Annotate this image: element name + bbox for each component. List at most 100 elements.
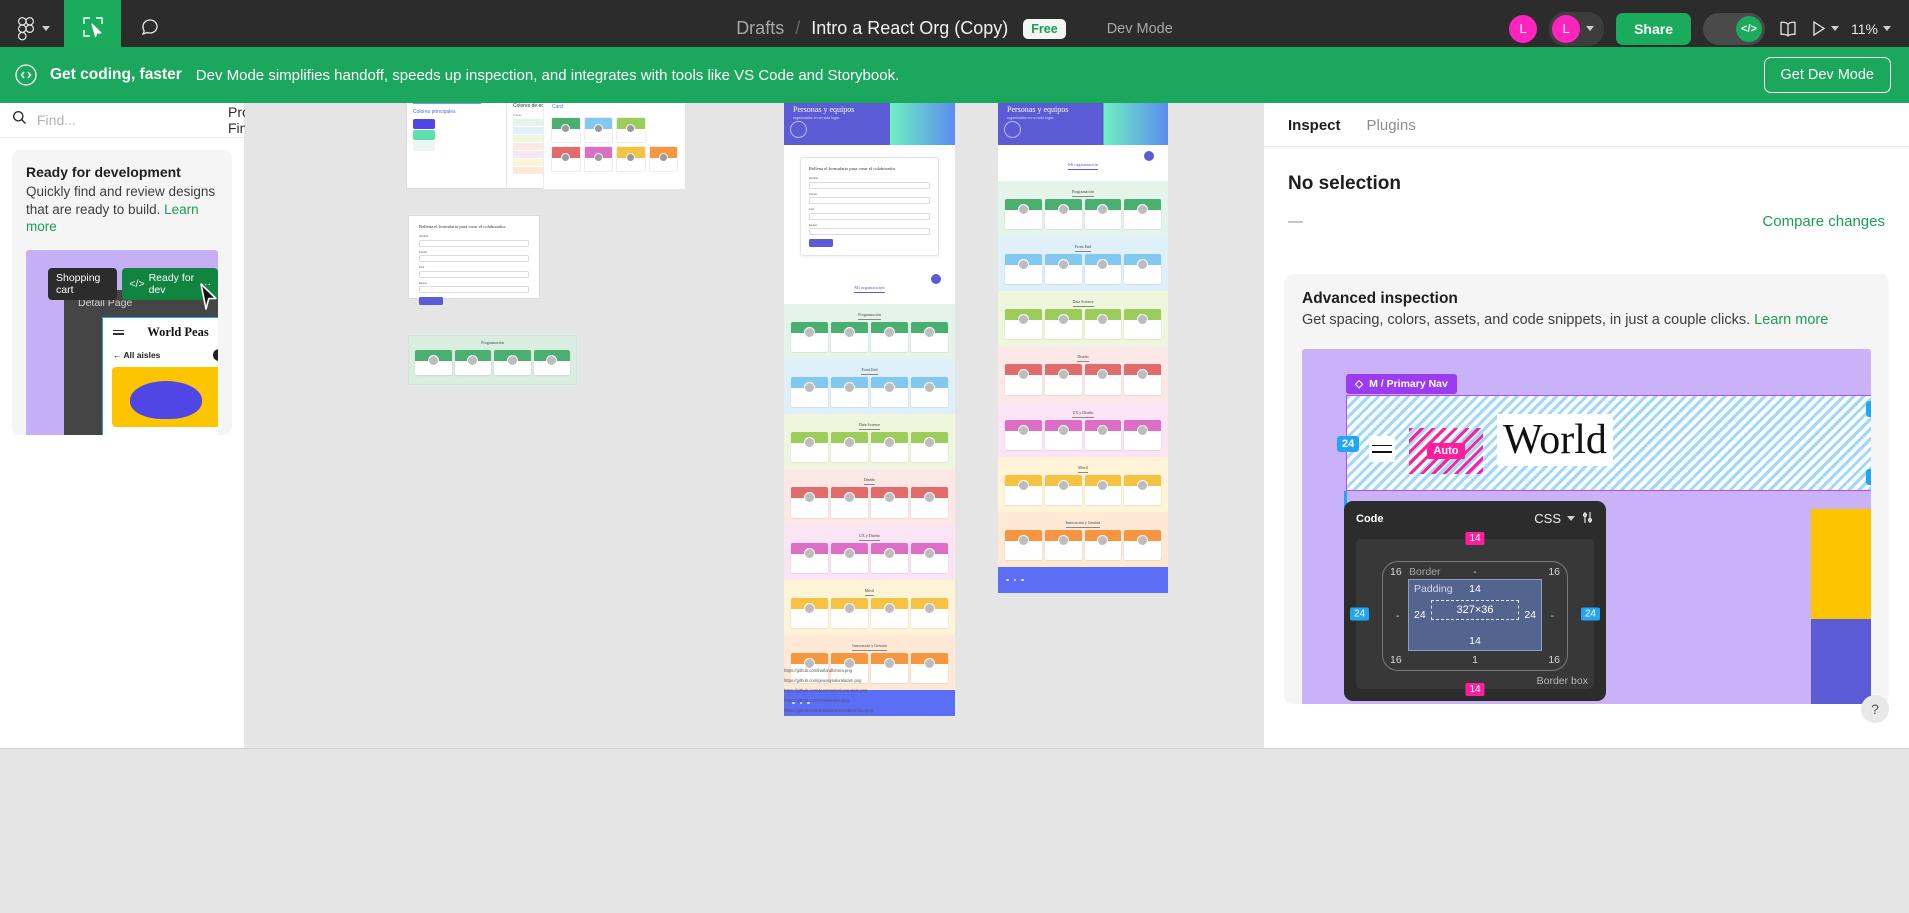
mini-card xyxy=(616,146,646,172)
border-bl: 16 xyxy=(1390,653,1402,666)
margin-top-chip: 14 xyxy=(1465,531,1485,545)
person-card xyxy=(1044,419,1082,450)
breadcrumb-drafts[interactable]: Drafts xyxy=(736,18,784,39)
decor-yellow-shape xyxy=(1811,508,1871,619)
person-card xyxy=(1084,254,1122,285)
mini-card xyxy=(583,146,613,172)
product-illustration xyxy=(130,380,202,419)
hero-subtitle: organizados en un solo lugar. xyxy=(1007,116,1054,120)
help-button[interactable]: ? xyxy=(1861,695,1889,723)
form-title: Rellena el formulario para crear el cola… xyxy=(419,224,507,229)
border-br: 16 xyxy=(1548,653,1560,666)
measure-left-chip: 24 xyxy=(1337,435,1360,452)
team-section: Programación xyxy=(784,304,955,360)
tab-inspect[interactable]: Inspect xyxy=(1288,117,1341,134)
avatar xyxy=(1137,479,1149,491)
form-submit-button[interactable] xyxy=(419,297,443,305)
person-card xyxy=(791,542,828,573)
artboard-people-and-teams-alt[interactable]: Personas y equipos organizados en un sol… xyxy=(998,103,1168,593)
border-tl: 16 xyxy=(1390,565,1402,578)
person-card xyxy=(1124,199,1161,230)
advanced-card-learn-more-link[interactable]: Learn more xyxy=(1754,312,1828,328)
get-dev-mode-button[interactable]: Get Dev Mode xyxy=(1763,57,1891,93)
grid-icon xyxy=(213,348,218,361)
code-language-selector[interactable]: CSS xyxy=(1534,511,1594,527)
avatar xyxy=(1137,534,1149,546)
form-title: Rellena el formulario para crear el cola… xyxy=(809,166,897,171)
banner-headline: Get coding, faster xyxy=(50,66,182,83)
share-button[interactable]: Share xyxy=(1616,12,1692,45)
chevron-down-icon xyxy=(1831,26,1840,31)
padding-region: Padding 14 14 24 24 327×36 xyxy=(1408,578,1542,651)
add-org-button[interactable] xyxy=(931,274,941,284)
measure-top-chip: 14 xyxy=(1865,400,1871,417)
team-section: Front End xyxy=(998,236,1168,292)
border-left: - xyxy=(1396,609,1400,622)
hero-circle-decoration xyxy=(1004,121,1021,138)
compare-changes-link[interactable]: Compare changes xyxy=(1762,213,1885,230)
avatar xyxy=(1017,424,1029,436)
person-card xyxy=(831,322,868,353)
inspect-panel: Inspect Plugins No selection — Compare c… xyxy=(1263,103,1909,749)
code-panel-header: Code CSS xyxy=(1356,511,1594,527)
zoom-control[interactable]: 11% xyxy=(1851,21,1891,37)
file-title[interactable]: Intro a React Org (Copy) xyxy=(811,18,1008,39)
team-section: Programación xyxy=(998,181,1168,237)
avatar xyxy=(844,492,855,504)
code-language-label: CSS xyxy=(1534,511,1561,527)
artboard-form[interactable]: Rellena el formulario para crear el cola… xyxy=(408,215,540,305)
person-card xyxy=(831,432,868,463)
team-section: UX y Diseño xyxy=(998,401,1168,457)
artboard-team-strip[interactable]: Programación xyxy=(408,335,577,385)
avatar[interactable]: L xyxy=(1509,14,1538,43)
dev-mode-toggle[interactable]: </> xyxy=(1703,12,1766,45)
artboard-card-samples[interactable]: Card xyxy=(543,103,685,189)
person-card xyxy=(871,542,908,573)
form-submit-button[interactable] xyxy=(809,239,833,247)
tab-plugins[interactable]: Plugins xyxy=(1367,117,1416,134)
org-tab-link[interactable]: Mi organización xyxy=(1067,162,1099,170)
avatar xyxy=(884,657,895,669)
box-sizing-label: Border box xyxy=(1536,674,1588,687)
sliders-icon[interactable] xyxy=(1581,511,1594,527)
avatar xyxy=(844,602,855,614)
person-card xyxy=(454,350,491,376)
book-icon[interactable] xyxy=(1777,20,1799,38)
org-tab-link[interactable]: Mi organización xyxy=(854,285,885,293)
detail-page-frame: Detail Page World Peas ← All aisles xyxy=(64,289,218,435)
margin-right-chip: 24 xyxy=(1580,607,1600,621)
artboard-people-and-teams[interactable]: Personas y equipos organizados en un sol… xyxy=(784,103,955,716)
padding-right: 24 xyxy=(1524,608,1536,621)
avatar xyxy=(1137,204,1149,215)
mini-card xyxy=(583,117,613,143)
person-card xyxy=(1084,474,1122,505)
person-card xyxy=(911,322,948,353)
design-canvas[interactable]: Colores principales Colores de equipos F… xyxy=(245,103,1263,749)
page-hero: Personas y equipos organizados en un sol… xyxy=(784,103,955,145)
person-card xyxy=(1044,529,1082,560)
team-section-title: Innovación y Gestión xyxy=(1005,516,1161,530)
padding-label: Padding xyxy=(1414,582,1453,595)
ready-for-development-card: Ready for development Quickly find and r… xyxy=(12,150,232,435)
person-card xyxy=(1005,254,1042,285)
present-button[interactable] xyxy=(1811,20,1840,37)
collaborator-form: Rellena el formulario para crear el cola… xyxy=(800,157,939,256)
field-label: Foto xyxy=(809,208,815,211)
team-section-title: Diseño xyxy=(791,473,948,487)
avatar xyxy=(1097,259,1109,271)
border-top: - xyxy=(1473,565,1477,578)
hamburger-icon xyxy=(113,327,124,337)
border-label: Border xyxy=(1409,565,1441,578)
person-card xyxy=(1044,199,1082,230)
ready-card-thumbnail[interactable]: Shopping cart </> Ready for dev ··· Deta… xyxy=(26,249,218,435)
measure-bottom-chip: 14 xyxy=(1865,468,1871,485)
avatar[interactable]: L xyxy=(1552,14,1581,43)
add-org-button[interactable] xyxy=(1144,151,1154,161)
plan-badge[interactable]: Free xyxy=(1023,18,1066,39)
avatar-group[interactable]: L xyxy=(1549,11,1605,46)
hero-subtitle: organizados en un solo lugar. xyxy=(793,116,840,120)
person-card xyxy=(1005,419,1042,450)
component-chip-label: M / Primary Nav xyxy=(1369,377,1448,390)
search-input[interactable] xyxy=(37,112,218,128)
team-section: Data Science xyxy=(784,414,955,470)
